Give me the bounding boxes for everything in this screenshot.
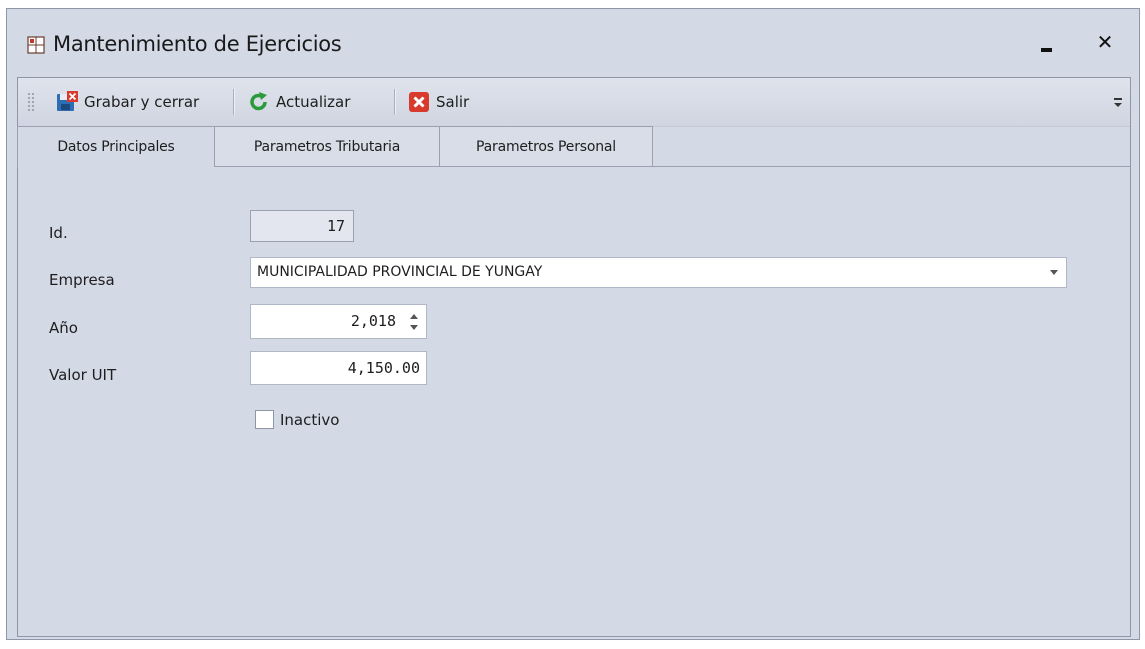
exit-icon	[409, 92, 429, 112]
toolbar-grip[interactable]	[27, 92, 35, 112]
empresa-label: Empresa	[49, 271, 115, 289]
empresa-combo[interactable]: MUNICIPALIDAD PROVINCIAL DE YUNGAY	[250, 257, 1067, 288]
id-field: 17	[250, 210, 354, 242]
uit-value: 4,150.00	[347, 359, 420, 377]
toolbar-separator	[233, 89, 235, 115]
anio-spinner[interactable]: 2,018	[250, 304, 427, 339]
save-close-label: Grabar y cerrar	[84, 93, 200, 111]
inactivo-checkbox[interactable]	[255, 410, 274, 429]
minimize-button[interactable]	[1037, 37, 1057, 57]
save-close-icon	[57, 91, 78, 111]
refresh-label: Actualizar	[276, 93, 351, 111]
toolbar-options-icon[interactable]	[1112, 95, 1124, 109]
anio-label: Año	[49, 319, 78, 337]
exit-button[interactable]: Salir	[408, 88, 469, 116]
uit-field[interactable]: 4,150.00	[250, 351, 427, 385]
empresa-value: MUNICIPALIDAD PROVINCIAL DE YUNGAY	[257, 264, 543, 280]
tab-parametros-tributaria[interactable]: Parametros Tributaria	[214, 126, 440, 166]
save-close-button[interactable]: Grabar y cerrar	[56, 88, 199, 116]
form-window: Mantenimiento de Ejercicios ✕ Grabar y c…	[6, 8, 1140, 640]
spin-arrows-icon[interactable]	[408, 309, 420, 335]
refresh-icon	[250, 92, 267, 111]
form-frame: Grabar y cerrar Actualizar Salir Datos P…	[17, 77, 1131, 637]
title-bar[interactable]: Mantenimiento de Ejercicios ✕	[7, 9, 1139, 71]
toolbar-separator	[394, 89, 396, 115]
tab-datos-principales[interactable]: Datos Principales	[17, 126, 215, 167]
exit-label: Salir	[436, 93, 470, 111]
window-title: Mantenimiento de Ejercicios	[53, 32, 342, 56]
chevron-down-icon[interactable]	[1050, 270, 1058, 275]
tab-strip: Datos Principales Parametros Tributaria …	[17, 126, 1130, 167]
uit-label: Valor UIT	[49, 366, 117, 384]
anio-value: 2,018	[350, 312, 396, 330]
form-icon	[27, 36, 45, 54]
id-label: Id.	[49, 224, 68, 242]
id-value: 17	[326, 217, 345, 235]
inactivo-label: Inactivo	[280, 411, 340, 429]
close-button[interactable]: ✕	[1092, 29, 1118, 55]
toolbar: Grabar y cerrar Actualizar Salir	[18, 78, 1130, 127]
refresh-button[interactable]: Actualizar	[248, 88, 350, 116]
tab-parametros-personal[interactable]: Parametros Personal	[439, 126, 653, 166]
